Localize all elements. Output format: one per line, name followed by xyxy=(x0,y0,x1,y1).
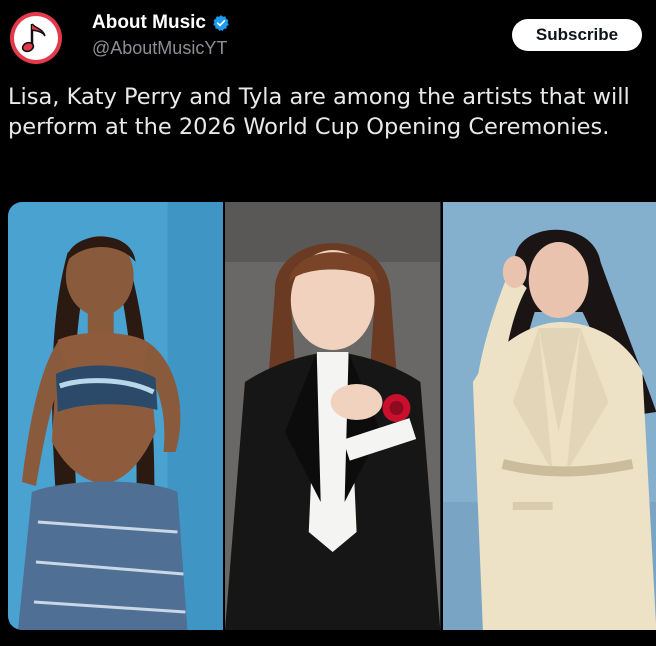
tweet-text: Lisa, Katy Perry and Tyla are among the … xyxy=(8,84,630,140)
display-name[interactable]: About Music xyxy=(92,12,206,34)
subscribe-button[interactable]: Subscribe xyxy=(512,19,642,51)
account-handle[interactable]: @AboutMusicYT xyxy=(92,38,227,59)
music-note-icon xyxy=(21,23,46,53)
verified-badge-icon xyxy=(213,15,229,31)
media-image-lisa[interactable] xyxy=(225,202,441,630)
account-name-row: About Music xyxy=(92,12,230,34)
media-image-tyla[interactable] xyxy=(8,202,224,630)
media-image-katy-perry[interactable] xyxy=(442,202,656,630)
avatar-inner xyxy=(14,16,58,60)
avatar[interactable] xyxy=(10,12,62,64)
media-grid[interactable] xyxy=(8,202,656,630)
